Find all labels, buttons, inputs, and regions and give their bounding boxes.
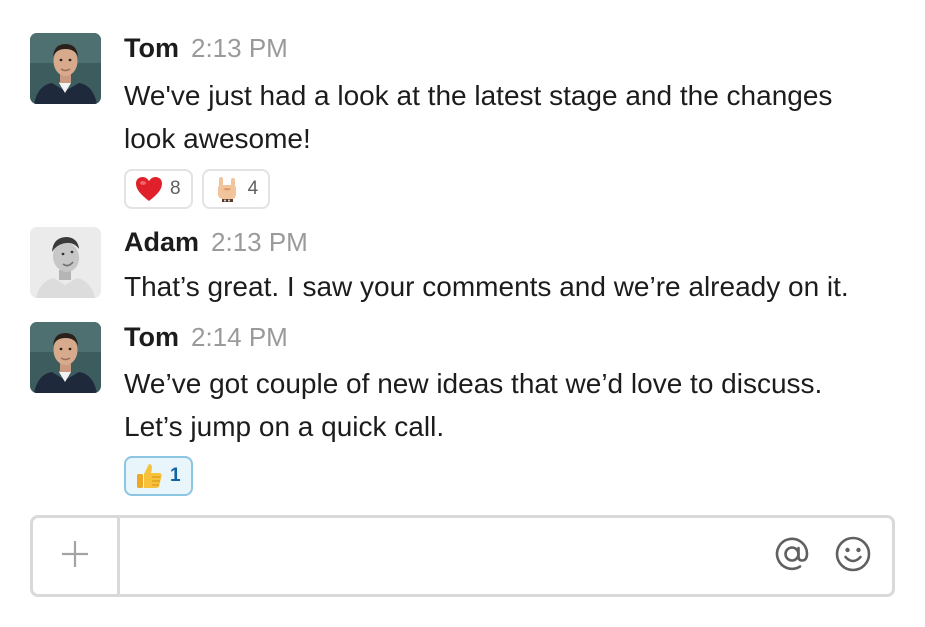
thumbs-up-emoji-icon [134, 461, 164, 491]
smiley-icon [834, 535, 872, 578]
avatar-tom[interactable] [30, 33, 101, 104]
message-composer [30, 515, 895, 597]
message-timestamp[interactable]: 2:13 PM [211, 227, 308, 258]
message-author[interactable]: Adam [124, 227, 199, 258]
message-text-line: We’ve got couple of new ideas that we’d … [124, 368, 823, 399]
at-sign-icon [773, 535, 811, 578]
rock-on-hand-emoji-icon [212, 174, 242, 204]
avatar-adam[interactable] [30, 227, 101, 298]
reaction-thumbs-up[interactable]: 1 [124, 456, 193, 496]
reaction-rock-on[interactable]: 4 [201, 169, 271, 209]
emoji-picker-button[interactable] [834, 535, 872, 578]
reaction-bar: 8 4 [124, 169, 914, 209]
message-input[interactable] [129, 518, 763, 596]
message-author[interactable]: Tom [124, 33, 179, 64]
chat-pane: Tom 2:13 PM We've just had a look at the… [0, 0, 925, 627]
reaction-count: 4 [247, 178, 259, 199]
reaction-count: 1 [170, 465, 181, 486]
message-text-line: look awesome! [124, 123, 311, 154]
avatar-tom[interactable] [30, 322, 101, 393]
message-timestamp[interactable]: 2:14 PM [191, 322, 288, 353]
reaction-count: 8 [170, 178, 181, 199]
reaction-heart[interactable]: 8 [124, 169, 193, 209]
message-timestamp[interactable]: 2:13 PM [191, 33, 288, 64]
add-attachment-button[interactable] [33, 518, 120, 594]
message-text-line: Let’s jump on a quick call. [124, 411, 445, 442]
reaction-bar: 1 [124, 456, 914, 496]
message-text-line: We've just had a look at the latest stag… [124, 80, 833, 111]
heart-emoji-icon [134, 174, 164, 204]
plus-icon [60, 539, 90, 574]
message-text-line: That’s great. I saw your comments and we… [124, 271, 849, 302]
message-author[interactable]: Tom [124, 322, 179, 353]
mention-button[interactable] [773, 537, 811, 575]
